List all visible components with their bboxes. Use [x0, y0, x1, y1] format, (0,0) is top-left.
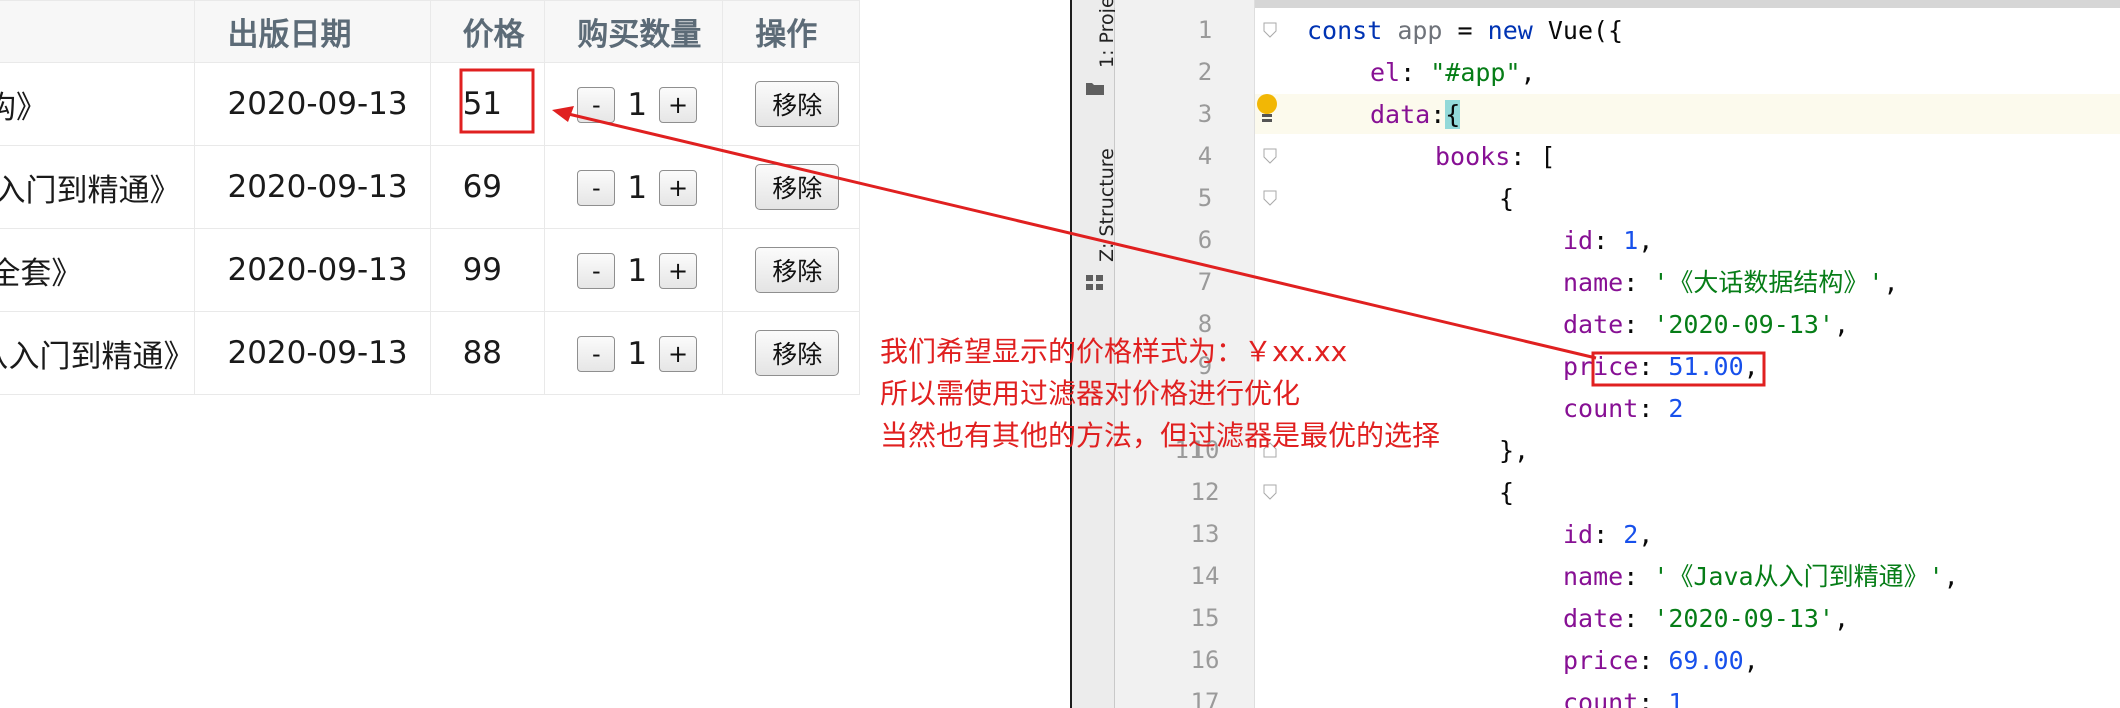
decrement-button[interactable]: - [577, 336, 616, 372]
remove-button[interactable]: 移除 [755, 247, 840, 293]
code-line-15: date: '2020-09-13', [1563, 604, 1850, 633]
code-line-4: books: [ [1435, 142, 1556, 171]
decrement-button[interactable]: - [577, 87, 616, 123]
header-operation: 操作 [722, 0, 860, 63]
code-line-10: count: 2 [1563, 394, 1684, 423]
structure-icon [1086, 275, 1103, 290]
code-editor[interactable]: const app = new Vue({ el: "#app", data:{… [1255, 0, 2120, 708]
table-row: 《Python从入门到精通》 2020-09-13 88 - 1 + 移除 [0, 311, 860, 395]
book-date-cell: 2020-09-13 [194, 145, 431, 229]
line-number: 7 [1197, 268, 1213, 296]
code-line-9: price: 51.00, [1563, 352, 1759, 381]
line-number: 2 [1197, 58, 1213, 86]
count-cell: - 1 + [544, 145, 724, 229]
header-date: 出版日期 [194, 0, 431, 63]
annotation-line-1: 我们希望显示的价格样式为：￥xx.xx [880, 335, 1348, 368]
code-line-16: price: 69.00, [1563, 646, 1759, 675]
table-row: 《Java从入门到精通》 2020-09-13 69 - 1 + 移除 [0, 145, 860, 229]
quantity-stepper: - 1 + [577, 253, 698, 289]
book-price-cell: 69 [429, 145, 546, 229]
book-price-cell: 88 [429, 311, 546, 395]
operation-cell: 移除 [722, 311, 860, 395]
book-name-cell: 《JavaScript全套》 [0, 228, 196, 312]
line-number: 4 [1197, 142, 1213, 170]
quantity-stepper: - 1 + [577, 87, 698, 123]
book-name-cell: 《Python从入门到精通》 [0, 311, 196, 395]
table-header-row: 出版日期 价格 购买数量 操作 [0, 0, 860, 63]
code-line-13: id: 2, [1563, 520, 1654, 549]
book-name-cell: 《大话数据结构》 [0, 62, 196, 146]
line-number: 3 [1197, 100, 1213, 128]
book-date-cell: 2020-09-13 [194, 62, 431, 146]
count-value: 1 [627, 87, 648, 123]
operation-cell: 移除 [722, 62, 860, 146]
line-number: 13 [1190, 520, 1220, 548]
line-number: 5 [1197, 184, 1213, 212]
code-line-14: name: '《Java从入门到精通》', [1563, 562, 1959, 591]
book-price-cell: 99 [429, 228, 546, 312]
line-number: 12 [1190, 478, 1220, 506]
book-date-cell: 2020-09-13 [194, 311, 431, 395]
code-line-3: data:{ [1370, 100, 1461, 129]
book-date-cell: 2020-09-13 [194, 228, 431, 312]
annotation-line-3: 当然也有其他的方法，但过滤器是最优的选择 [880, 419, 1441, 452]
line-number: 15 [1190, 604, 1220, 632]
code-line-17: count: 1 [1563, 688, 1684, 708]
header-price: 价格 [429, 0, 546, 63]
line-number: 14 [1190, 562, 1220, 590]
remove-button[interactable]: 移除 [755, 164, 840, 210]
code-line-1: const app = new Vue({ [1307, 16, 1624, 45]
count-value: 1 [627, 336, 648, 372]
count-value: 1 [627, 170, 648, 206]
decrement-button[interactable]: - [577, 253, 616, 289]
remove-button[interactable]: 移除 [755, 81, 840, 127]
book-name-cell: 《Java从入门到精通》 [0, 145, 196, 229]
header-count: 购买数量 [544, 0, 724, 63]
remove-button[interactable]: 移除 [755, 330, 840, 376]
table-row: 《大话数据结构》 2020-09-13 51 - 1 + 移除 [0, 62, 860, 146]
code-line-5: { [1499, 184, 1515, 213]
book-price-cell: 51 [429, 62, 546, 146]
annotation-line-2: 所以需使用过滤器对价格进行优化 [880, 377, 1301, 410]
quantity-stepper: - 1 + [577, 170, 698, 206]
folder-icon [1086, 83, 1104, 95]
line-number: 17 [1190, 688, 1220, 708]
decrement-button[interactable]: - [577, 170, 616, 206]
code-line-12: { [1499, 478, 1515, 507]
line-number: 16 [1190, 646, 1220, 674]
count-cell: - 1 + [544, 62, 724, 146]
code-line-6: id: 1, [1563, 226, 1654, 255]
lightbulb-icon[interactable] [1255, 93, 1279, 127]
count-cell: - 1 + [544, 228, 724, 312]
line-number: 1 [1197, 16, 1213, 44]
table-row: 《JavaScript全套》 2020-09-13 99 - 1 + 移除 [0, 228, 860, 312]
increment-button[interactable]: + [659, 253, 698, 289]
operation-cell: 移除 [722, 145, 860, 229]
count-value: 1 [627, 253, 648, 289]
line-number: 6 [1197, 226, 1213, 254]
code-line-2: el: "#app", [1370, 58, 1536, 87]
increment-button[interactable]: + [659, 170, 698, 206]
code-line-11: }, [1499, 436, 1530, 465]
code-line-8: date: '2020-09-13', [1563, 310, 1850, 339]
increment-button[interactable]: + [659, 336, 698, 372]
quantity-stepper: - 1 + [577, 336, 698, 372]
books-table: 出版日期 价格 购买数量 操作 《大话数据结构》 2020-09-13 51 -… [0, 0, 860, 395]
increment-button[interactable]: + [659, 87, 698, 123]
code-line-7: name: '《大话数据结构》', [1563, 268, 1899, 297]
operation-cell: 移除 [722, 228, 860, 312]
count-cell: - 1 + [544, 311, 724, 395]
header-name [0, 0, 196, 63]
